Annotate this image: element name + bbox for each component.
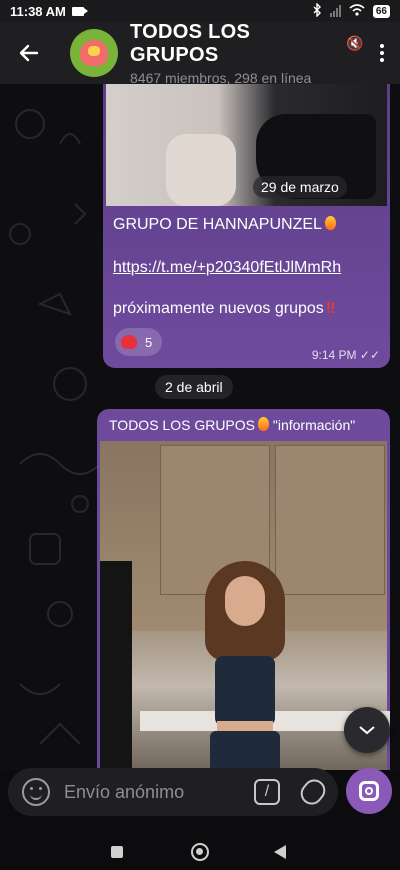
message-composer: Envío anónimo / — [8, 768, 338, 816]
chat-header: TODOS LOS GRUPOS 🔇 8467 miembros, 298 en… — [0, 21, 400, 86]
fire-emoji-icon — [258, 417, 269, 431]
muted-icon: 🔇 — [346, 35, 364, 51]
screen-record-icon — [71, 6, 88, 16]
reaction-chip[interactable]: 5 — [115, 328, 163, 356]
system-nav-bar — [0, 830, 400, 870]
message-time: 9:14 PM ✓✓ — [311, 348, 380, 362]
message-input[interactable]: Envío anónimo — [64, 782, 254, 803]
status-bar: 11:38 AM 66 — [0, 0, 400, 22]
date-chip: 29 de marzo — [253, 176, 347, 198]
message-link[interactable]: https://t.me/+p20340fEtlJlMmRh — [113, 259, 341, 277]
attach-icon[interactable] — [296, 774, 330, 810]
more-options-button[interactable] — [364, 44, 400, 62]
message-title: GRUPO DE HANNAPUNZEL — [113, 216, 336, 234]
chevron-down-icon — [359, 726, 375, 735]
exclamation-emoji-icon: ‼ — [325, 300, 336, 317]
date-separator: 2 de abril — [155, 375, 233, 399]
message-bubble[interactable]: 29 de marzo GRUPO DE HANNAPUNZEL https:/… — [103, 84, 390, 368]
camera-icon — [359, 781, 379, 801]
forwarded-header: TODOS LOS GRUPOS "información" — [109, 417, 356, 433]
double-check-icon: ✓✓ — [359, 348, 380, 362]
status-time: 11:38 AM — [10, 3, 66, 19]
group-avatar[interactable] — [70, 29, 118, 77]
camera-button[interactable] — [346, 768, 392, 814]
recents-button[interactable] — [111, 846, 123, 858]
chat-title: TODOS LOS GRUPOS — [130, 20, 251, 66]
signal-icon — [329, 5, 341, 17]
heart-logo-icon — [80, 40, 108, 66]
chat-info[interactable]: TODOS LOS GRUPOS 🔇 8467 miembros, 298 en… — [130, 21, 364, 86]
heart-reaction-icon — [121, 335, 137, 349]
message-bubble[interactable]: TODOS LOS GRUPOS "información" — [97, 409, 390, 770]
person-figure — [195, 561, 295, 770]
scroll-down-button[interactable] — [344, 707, 390, 753]
status-icons: 66 — [312, 1, 390, 20]
message-video[interactable] — [100, 441, 390, 770]
fire-emoji-icon — [324, 216, 336, 230]
back-nav-button[interactable] — [274, 845, 286, 859]
emoji-button[interactable] — [22, 778, 50, 806]
reaction-count: 5 — [145, 334, 153, 350]
home-button[interactable] — [191, 843, 209, 861]
back-button[interactable] — [0, 22, 58, 84]
bluetooth-icon — [312, 1, 322, 20]
arrow-left-icon — [19, 44, 39, 62]
bot-commands-button[interactable]: / — [254, 779, 280, 805]
message-text: próximamente nuevos grupos ‼ — [113, 300, 336, 317]
wifi-icon — [349, 3, 365, 19]
battery-icon: 66 — [372, 4, 390, 18]
chat-area[interactable]: 29 de marzo GRUPO DE HANNAPUNZEL https:/… — [0, 84, 400, 770]
